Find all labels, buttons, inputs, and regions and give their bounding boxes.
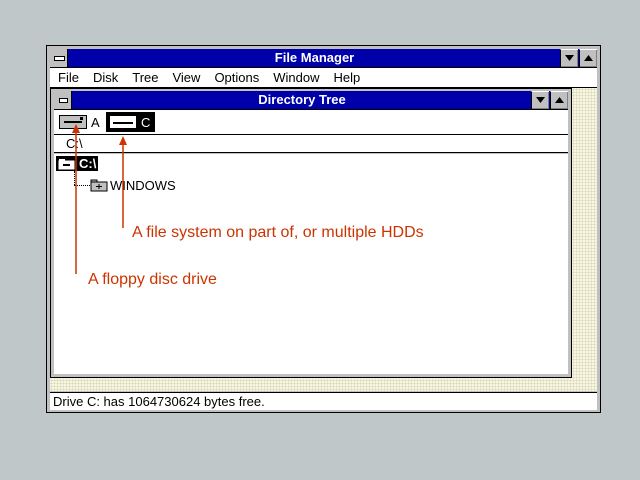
arrowhead-drive-a [72, 124, 80, 133]
annotation-floppy: A floppy disc drive [88, 271, 217, 288]
arrowhead-drive-c [119, 136, 127, 145]
annotation-hdd: A file system on part of, or multiple HD… [132, 224, 424, 241]
